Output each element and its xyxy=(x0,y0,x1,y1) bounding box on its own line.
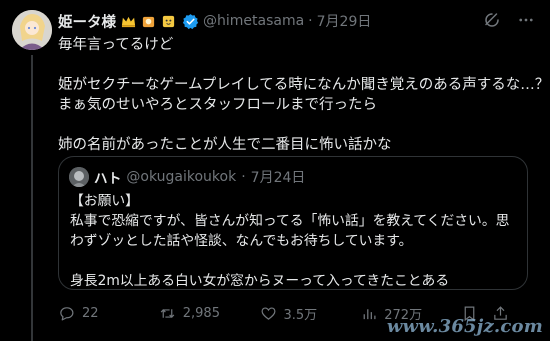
grok-icon[interactable] xyxy=(482,10,502,30)
tweet-body: 毎年言ってるけど 姫がセクチーなゲームプレイしてる時になんか聞き覚えのある声する… xyxy=(58,35,550,155)
tweet-time[interactable]: 7月29日 xyxy=(317,11,372,31)
reply-button[interactable]: 22 xyxy=(58,305,159,322)
quoted-tweet-line: 身長2m以上ある白い女が窓からヌーって入ってきたことある xyxy=(70,273,450,289)
tweet-line: まぁ気のせいやろとスタッフロールまで行ったら xyxy=(58,97,377,113)
author-handle[interactable]: @himetasama xyxy=(203,13,304,29)
quoted-tweet-header: ハト @okugaikoukok · 7月24日 xyxy=(69,167,305,187)
author-avatar[interactable] xyxy=(12,10,52,50)
quoted-tweet-line: 私事で恐縮ですが、皆さんが知ってる「怖い話」を教えてください。思 xyxy=(70,213,510,229)
tweet-line: 姉の名前があったことが人生で二番目に怖い話かな xyxy=(58,137,392,153)
reply-icon xyxy=(60,306,74,320)
like-button[interactable]: 3.5万 xyxy=(260,304,361,323)
more-icon[interactable] xyxy=(516,10,536,30)
line-spacer xyxy=(70,251,525,271)
verified-badge-icon xyxy=(182,13,199,29)
quoted-author-handle[interactable]: @okugaikoukok xyxy=(126,169,236,185)
repost-count: 2,985 xyxy=(182,305,220,321)
quoted-author-avatar[interactable] xyxy=(69,167,89,187)
header-actions xyxy=(482,10,536,30)
like-icon xyxy=(261,306,275,320)
reply-count: 22 xyxy=(82,305,99,321)
author-name[interactable]: 姫ータ様 xyxy=(58,11,116,32)
header-separator: · xyxy=(308,13,313,29)
views-icon xyxy=(363,308,376,319)
quoted-tweet-line: わずゾッとした話や怪談、なんでもお待ちしています。 xyxy=(70,233,413,249)
thread-line xyxy=(31,55,33,341)
repost-button[interactable]: 2,985 xyxy=(159,305,260,322)
line-spacer xyxy=(58,115,533,135)
quoted-header-separator: · xyxy=(241,169,246,185)
quoted-tweet-body: 【お願い】 私事で恐縮ですが、皆さんが知ってる「怖い話」を教えてください。思 わ… xyxy=(70,191,525,291)
tweet-line: 毎年言ってるけど xyxy=(58,37,174,53)
like-count: 3.5万 xyxy=(283,307,318,323)
quoted-tweet[interactable]: ハト @okugaikoukok · 7月24日 【お願い】 私事で恐縮ですが、… xyxy=(58,156,528,290)
repost-icon xyxy=(160,308,175,318)
chick-emoji-icon xyxy=(162,15,175,27)
quoted-tweet-time[interactable]: 7月24日 xyxy=(251,167,306,187)
quoted-tweet-line: 【お願い】 xyxy=(70,193,139,209)
quoted-author-name[interactable]: ハト xyxy=(94,167,121,187)
sparkle-emoji-icon xyxy=(142,16,155,27)
tweet-line: 姫がセクチーなゲームプレイしてる時になんか聞き覚えのある声するな…？ xyxy=(58,77,550,93)
tweet-card[interactable]: 姫ータ様 @himetasama · 7月29日 毎年言ってるけど 姫がセクチー… xyxy=(0,0,550,341)
watermark: www.365jz.com xyxy=(386,316,543,337)
line-spacer xyxy=(58,55,533,75)
tweet-header: 姫ータ様 @himetasama · 7月29日 xyxy=(58,11,371,31)
crown-emoji-icon xyxy=(121,16,136,27)
